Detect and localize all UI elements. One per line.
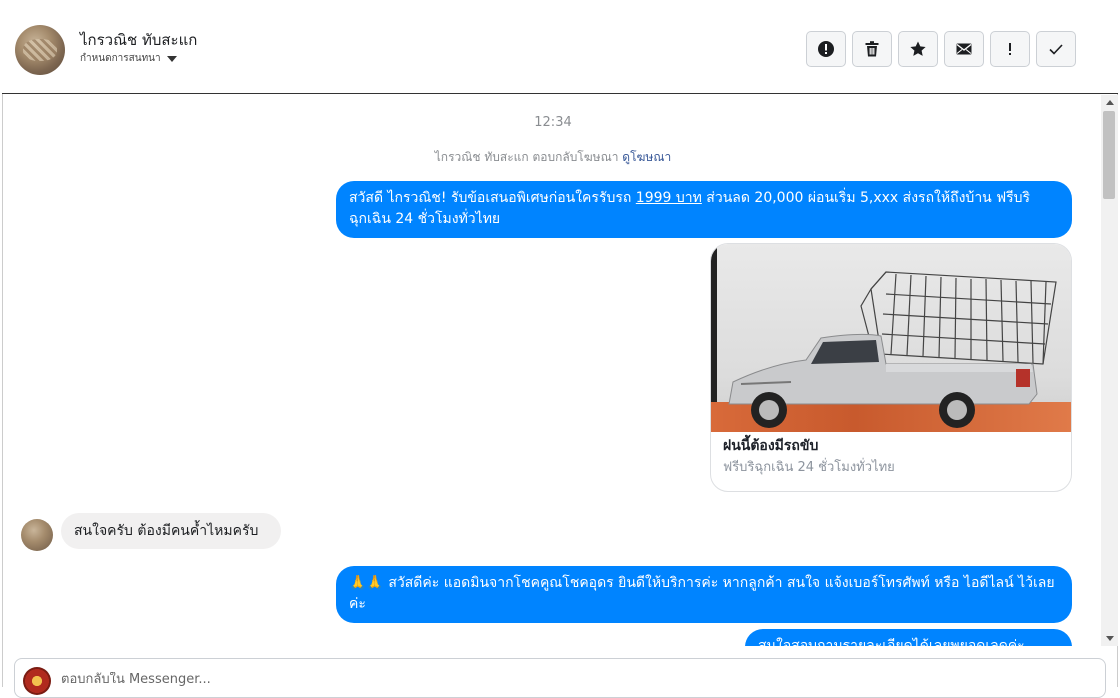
star-icon [910,41,926,56]
envelope-icon [956,43,972,55]
message-text: สวัสดี ไกรวณิช! รับข้อเสนอพิเศษก่อนใครรั… [349,190,636,206]
conversation-menu-label: กำหนดการสนทนา [80,53,161,64]
exclamation-icon [1009,43,1011,55]
mark-done-button[interactable] [1036,31,1076,67]
message-list[interactable]: 12:34 ไกรวณิช ทับสะแก ตอบกลับโฆษณา ดูโฆษ… [3,95,1101,646]
ad-card-subtitle: ฟรีบริฉุกเฉิน 24 ชั่วโมงทั่วไทย [723,460,895,475]
star-button[interactable] [898,31,938,67]
checkmark-icon [1049,44,1063,55]
scroll-down-arrow-icon[interactable] [1106,636,1114,641]
reply-input[interactable] [61,672,961,687]
ad-reply-notice: ไกรวณิช ทับสะแก ตอบกลับโฆษณา ดูโฆษณา [3,148,1101,167]
outgoing-message[interactable]: สนใจสอบถามรายละเอียดได้เลยพยอดเลดค่ะ [745,629,1072,646]
message-composer [14,658,1106,698]
price-link[interactable]: 1999 บาท [636,190,702,206]
outgoing-message[interactable]: สวัสดี ไกรวณิช! รับข้อเสนอพิเศษก่อนใครรั… [336,181,1072,238]
contact-name[interactable]: ไกรวณิช ทับสะแก [80,28,197,52]
ad-card[interactable]: ฝนนี้ต้องมีรถขับ ฟรีบริฉุกเฉิน 24 ชั่วโม… [710,243,1072,492]
sender-avatar[interactable] [21,519,53,551]
spam-button[interactable] [990,31,1030,67]
caret-down-icon [166,55,177,62]
delete-button[interactable] [852,31,892,67]
page-avatar [23,667,51,695]
view-ad-link[interactable]: ดูโฆษณา [622,150,671,164]
mark-unread-button[interactable] [944,31,984,67]
report-button[interactable] [806,31,846,67]
outgoing-message[interactable]: 🙏🙏 สวัสดีค่ะ แอดมินจากโชคคูณโชคอุดร ยินด… [336,566,1072,623]
conversation-menu[interactable]: กำหนดการสนทนา [80,51,177,66]
action-toolbar [806,31,1076,67]
message-list-scrollbar[interactable] [1101,95,1118,646]
message-timestamp: 12:34 [534,115,572,130]
ad-card-image [711,244,1071,432]
alert-circle-icon [818,41,834,57]
ad-reply-text: ไกรวณิช ทับสะแก ตอบกลับโฆษณา [434,150,619,164]
ad-card-title: ฝนนี้ต้องมีรถขับ [723,438,819,454]
conversation-header: ไกรวณิช ทับสะแก กำหนดการสนทนา [2,5,1118,94]
incoming-message[interactable]: สนใจครับ ต้องมีคนค้ำไหมครับ [61,513,281,549]
scroll-up-arrow-icon[interactable] [1106,100,1114,105]
contact-avatar[interactable] [15,25,65,75]
scrollbar-thumb[interactable] [1103,111,1115,199]
trash-icon [865,41,879,57]
